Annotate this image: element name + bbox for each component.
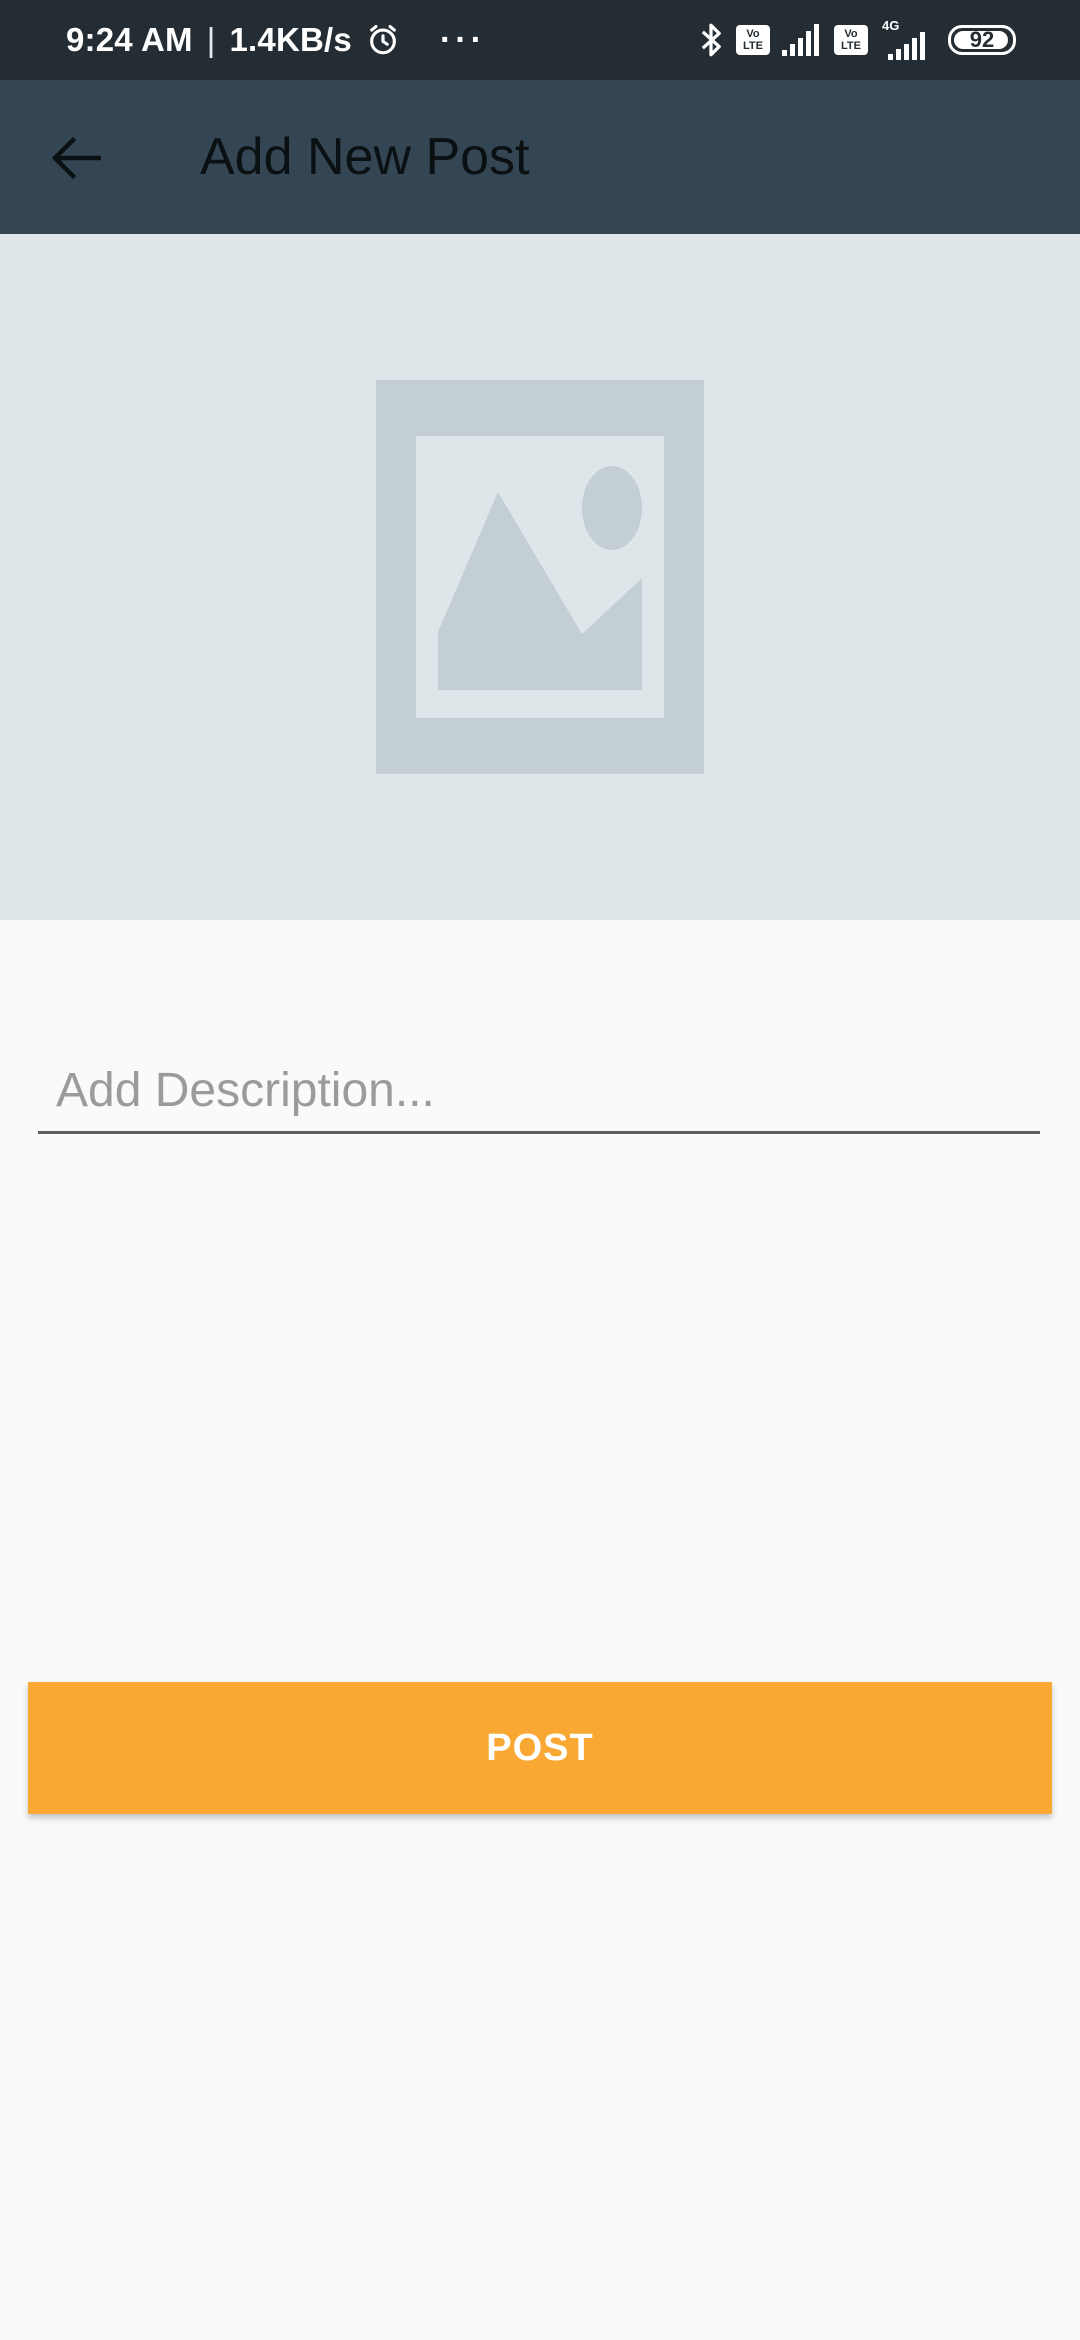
status-separator: | xyxy=(206,21,216,58)
description-input[interactable] xyxy=(38,1060,1040,1134)
image-placeholder-icon xyxy=(376,380,704,774)
network-type: 4G xyxy=(880,18,930,60)
arrow-back-icon xyxy=(51,136,101,180)
signal-icon-2 xyxy=(888,32,925,60)
image-picker[interactable] xyxy=(0,234,1080,920)
app-bar: Add New Post xyxy=(0,80,1080,234)
bluetooth-icon xyxy=(701,23,721,57)
status-left: 9:24 AM | 1.4KB/s ··· xyxy=(66,0,486,80)
network-speed: 1.4KB/s xyxy=(229,21,352,58)
back-button[interactable] xyxy=(38,120,114,196)
status-right: Vo LTE Vo LTE 4G 92 xyxy=(698,0,1016,80)
battery-level: 92 xyxy=(969,27,995,52)
status-time: 9:24 AM xyxy=(66,21,193,58)
signal-icon xyxy=(782,24,819,56)
more-notifications-icon: ··· xyxy=(439,20,486,59)
volte-badge-2: Vo LTE xyxy=(834,25,868,55)
post-button[interactable]: POST xyxy=(28,1682,1052,1814)
battery-icon: 92 xyxy=(948,25,1016,55)
alarm-icon xyxy=(370,24,396,55)
page-title: Add New Post xyxy=(200,128,530,186)
status-bar: 9:24 AM | 1.4KB/s ··· Vo LTE Vo LTE 4G 9… xyxy=(0,0,1080,80)
network-type-label: 4G xyxy=(882,18,900,33)
volte-badge: Vo LTE xyxy=(736,25,770,55)
